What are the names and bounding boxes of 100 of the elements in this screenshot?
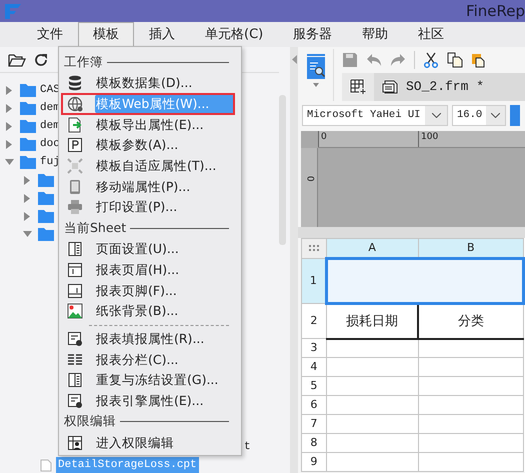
folder-icon [38,191,54,205]
row-header[interactable]: 8 [302,434,326,452]
menu-item[interactable]: 纸张背景(B)... [95,302,184,320]
open-folder-icon[interactable] [8,52,26,66]
menu-bar-item[interactable]: 插入 [134,22,190,47]
redo-icon[interactable] [390,53,406,67]
ruler-label: 0 [318,131,418,147]
database-icon [67,75,83,92]
tablet-icon [67,178,83,195]
row-header[interactable]: 9 [302,452,326,472]
bold-button[interactable] [510,104,520,126]
folder-icon [20,101,36,115]
undo-icon[interactable] [366,53,382,67]
menu-section-header: 权限编辑 [64,412,116,430]
menu-section-header: 当前Sheet [64,218,126,237]
collapsed-arrow-icon[interactable] [6,104,12,112]
menu-item[interactable]: 进入权限编辑 [95,434,180,452]
menu-item[interactable]: 报表页脚(F)... [95,282,183,300]
folder-icon [20,155,36,169]
row-header[interactable]: 4 [302,358,326,376]
row-header[interactable]: 3 [302,338,326,358]
expanded-arrow-icon[interactable] [22,231,32,237]
form-settings-icon [67,392,83,409]
folder-icon [38,209,54,223]
menu-item[interactable]: 报表引擎属性(E)... [95,392,210,410]
row-header[interactable]: 1 [302,258,326,304]
image-icon [67,303,83,320]
menu-bar-item[interactable]: 帮助 [347,22,404,47]
font-size-select[interactable]: 16.0 [452,104,506,126]
menu-item[interactable]: 重复与冻结设置(G)... [95,371,224,390]
collapsed-arrow-icon[interactable] [24,194,30,202]
collapse-arrow-icon[interactable] [292,55,296,64]
add-grid-icon[interactable] [350,79,366,95]
menu-item[interactable]: 页面设置(U)... [95,240,185,258]
table-cell: 分类 [418,304,524,338]
menu-item[interactable]: 报表分栏(C)... [95,350,184,369]
permission-icon [67,434,83,451]
menu-bar-item[interactable]: 文件 [22,22,78,47]
fit-icon [67,158,83,174]
ruler-label: 100 [418,131,438,147]
folder-icon [38,173,54,187]
columns-icon [67,352,83,368]
printer-icon [67,199,83,216]
menu-bar-item[interactable]: 单元格(C) [190,22,278,47]
collapsed-arrow-icon[interactable] [6,86,12,94]
scrollbar[interactable] [279,95,286,245]
form-settings-icon [67,330,83,347]
save-icon[interactable] [342,52,358,68]
ruler-label: 0 [304,176,316,182]
page-footer-icon [67,282,83,299]
caret-icon [491,112,500,118]
collapsed-arrow-icon[interactable] [24,176,30,184]
refresh-icon[interactable] [34,52,48,66]
row-header[interactable]: 2 [302,304,326,338]
menu-item[interactable]: 模板自适应属性(T)... [95,157,222,176]
folder-name[interactable]: fuj [40,154,60,170]
expanded-arrow-icon[interactable] [4,159,14,165]
menu-bar-item[interactable]: 模板 [78,22,134,47]
document-tab[interactable]: SO_2.frm * [374,73,525,101]
export-icon [67,116,83,133]
parameter-icon [67,137,83,154]
file-icon [40,458,52,472]
globe-icon [67,96,83,112]
caret-icon [432,112,440,118]
menu-bar-item[interactable]: 服务器 [278,22,348,47]
folder-icon [20,83,36,97]
menu-item[interactable]: 报表页眉(H)... [95,260,186,279]
folder-icon [20,119,36,133]
menu-item[interactable]: 打印设置(P)... [95,198,184,216]
folder-name[interactable]: doc [40,136,60,152]
font-family-select[interactable]: Microsoft YaHei UI [302,104,448,126]
copy-icon[interactable] [447,52,463,68]
menu-section-header: 工作簿 [64,53,103,72]
window-title: FineRep [466,1,525,22]
page-icon [67,372,83,388]
dropdown-caret-icon[interactable] [312,83,318,87]
collapsed-arrow-icon[interactable] [6,122,12,130]
app-logo-icon [4,2,22,20]
folder-icon [38,227,54,241]
menu-bar-item[interactable]: 社区 [403,22,460,47]
collapsed-arrow-icon[interactable] [6,140,12,148]
paste-icon[interactable] [471,52,485,68]
cut-icon[interactable] [423,52,439,68]
row-header[interactable]: 6 [302,396,326,414]
row-header[interactable]: 5 [302,376,326,396]
form-file-icon [382,80,398,94]
row-header[interactable]: 7 [302,414,326,434]
menu-item[interactable]: 报表填报属性(R)... [95,330,210,348]
selected-cell-range[interactable] [326,258,524,304]
menu-item[interactable]: 模板参数(A)... [95,136,184,154]
menu-item[interactable]: 移动端属性(P)... [95,178,196,196]
folder-icon [20,137,36,151]
column-header[interactable]: A [326,238,418,258]
column-header[interactable]: B [418,238,524,258]
file-name[interactable]: t [244,438,251,456]
menu-item[interactable]: 模板导出属性(E)... [95,116,210,134]
menu-item[interactable]: 模板数据集(D)... [95,74,198,92]
collapsed-arrow-icon[interactable] [24,212,30,220]
select-all-icon[interactable] [308,244,320,252]
page-header-icon [67,262,83,278]
